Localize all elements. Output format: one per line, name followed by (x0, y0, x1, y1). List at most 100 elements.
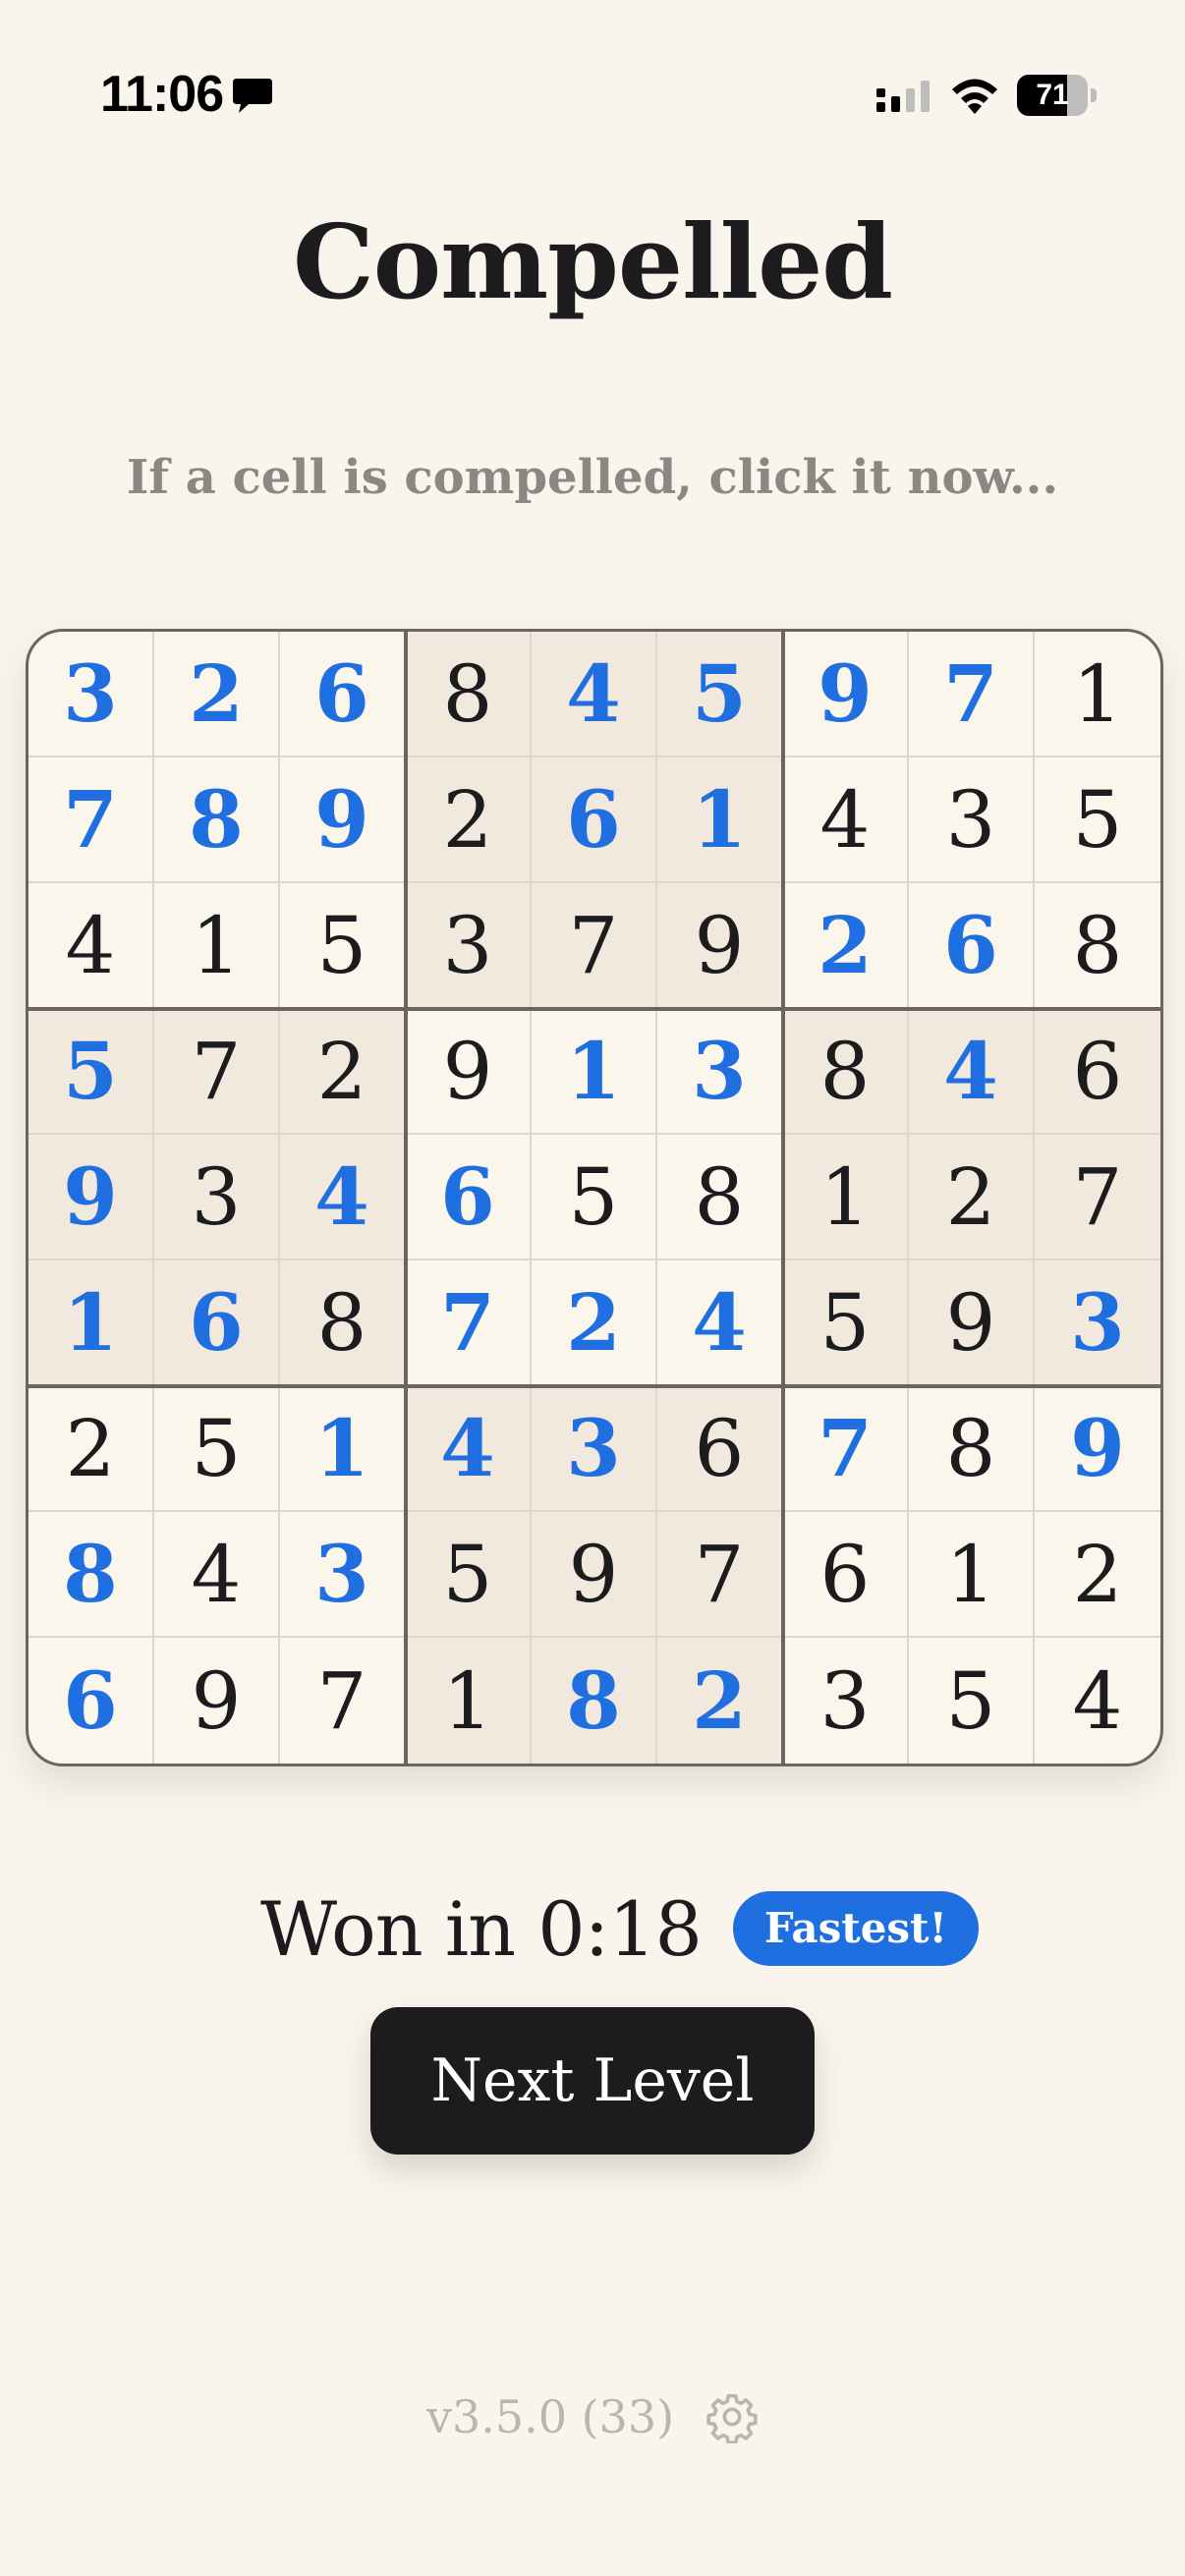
battery-level: 71 (1036, 79, 1069, 111)
sudoku-cell-r6-c3[interactable]: 8 (280, 1260, 406, 1386)
battery-body: 71 (1017, 75, 1088, 116)
sudoku-cell-r1-c8[interactable]: 7 (909, 632, 1035, 757)
sudoku-cell-r1-c7[interactable]: 9 (783, 632, 909, 757)
box-divider-vertical (404, 632, 408, 1764)
sudoku-cell-r4-c2[interactable]: 7 (154, 1009, 280, 1135)
sudoku-cell-r3-c2[interactable]: 1 (154, 883, 280, 1009)
sudoku-cell-r4-c9[interactable]: 6 (1035, 1009, 1160, 1135)
message-icon (233, 79, 272, 113)
sudoku-cell-r3-c3[interactable]: 5 (280, 883, 406, 1009)
sudoku-cell-r8-c4[interactable]: 5 (406, 1512, 532, 1638)
sudoku-cell-r9-c9[interactable]: 4 (1035, 1638, 1160, 1764)
sudoku-cell-r2-c6[interactable]: 1 (657, 757, 783, 883)
sudoku-cell-r9-c4[interactable]: 1 (406, 1638, 532, 1764)
sudoku-cell-r7-c8[interactable]: 8 (909, 1386, 1035, 1512)
box-divider-horizontal (28, 1007, 1160, 1011)
sudoku-cell-r6-c1[interactable]: 1 (28, 1260, 154, 1386)
sudoku-cell-r3-c1[interactable]: 4 (28, 883, 154, 1009)
sudoku-cell-r6-c8[interactable]: 9 (909, 1260, 1035, 1386)
sudoku-cell-r1-c4[interactable]: 8 (406, 632, 532, 757)
sudoku-cell-r4-c5[interactable]: 1 (532, 1009, 657, 1135)
sudoku-cell-r2-c8[interactable]: 3 (909, 757, 1035, 883)
sudoku-cell-r4-c3[interactable]: 2 (280, 1009, 406, 1135)
sudoku-cell-r7-c7[interactable]: 7 (783, 1386, 909, 1512)
sudoku-cell-r4-c8[interactable]: 4 (909, 1009, 1035, 1135)
sudoku-cell-r2-c9[interactable]: 5 (1035, 757, 1160, 883)
sudoku-cell-r2-c2[interactable]: 8 (154, 757, 280, 883)
sudoku-cell-r5-c5[interactable]: 5 (532, 1135, 657, 1260)
sudoku-cell-r4-c4[interactable]: 9 (406, 1009, 532, 1135)
sudoku-cell-r4-c7[interactable]: 8 (783, 1009, 909, 1135)
sudoku-cell-r5-c7[interactable]: 1 (783, 1135, 909, 1260)
sudoku-cell-r2-c7[interactable]: 4 (783, 757, 909, 883)
sudoku-cell-r6-c5[interactable]: 2 (532, 1260, 657, 1386)
fastest-badge: Fastest! (732, 1891, 979, 1966)
sudoku-cell-r2-c4[interactable]: 2 (406, 757, 532, 883)
sudoku-cell-r7-c6[interactable]: 6 (657, 1386, 783, 1512)
sudoku-cell-r6-c7[interactable]: 5 (783, 1260, 909, 1386)
sudoku-cell-r9-c8[interactable]: 5 (909, 1638, 1035, 1764)
result-row: Won in 0:18 Fastest! (260, 1884, 979, 1973)
sudoku-cell-r9-c1[interactable]: 6 (28, 1638, 154, 1764)
sudoku-cell-r7-c3[interactable]: 1 (280, 1386, 406, 1512)
instruction-text: If a cell is compelled, click it now... (126, 450, 1059, 505)
sudoku-cell-r7-c4[interactable]: 4 (406, 1386, 532, 1512)
next-level-button[interactable]: Next Level (370, 2007, 815, 2155)
sudoku-cell-r4-c1[interactable]: 5 (28, 1009, 154, 1135)
wifi-icon (952, 79, 997, 114)
sudoku-cell-r5-c2[interactable]: 3 (154, 1135, 280, 1260)
battery-tip (1091, 88, 1097, 102)
sudoku-cell-r8-c2[interactable]: 4 (154, 1512, 280, 1638)
sudoku-cell-r6-c9[interactable]: 3 (1035, 1260, 1160, 1386)
sudoku-cell-r2-c1[interactable]: 7 (28, 757, 154, 883)
sudoku-cell-r9-c3[interactable]: 7 (280, 1638, 406, 1764)
sudoku-cell-r5-c3[interactable]: 4 (280, 1135, 406, 1260)
sudoku-cell-r9-c6[interactable]: 2 (657, 1638, 783, 1764)
sudoku-cell-r7-c2[interactable]: 5 (154, 1386, 280, 1512)
box-divider-horizontal (28, 1384, 1160, 1388)
box-divider-vertical (781, 632, 785, 1764)
sudoku-cell-r2-c3[interactable]: 9 (280, 757, 406, 883)
sudoku-cell-r3-c5[interactable]: 7 (532, 883, 657, 1009)
gear-icon[interactable] (705, 2390, 759, 2443)
sudoku-cell-r3-c9[interactable]: 8 (1035, 883, 1160, 1009)
battery-icon: 71 (1017, 75, 1098, 116)
sudoku-cell-r7-c9[interactable]: 9 (1035, 1386, 1160, 1512)
sudoku-cell-r1-c1[interactable]: 3 (28, 632, 154, 757)
sudoku-cell-r5-c9[interactable]: 7 (1035, 1135, 1160, 1260)
sudoku-cell-r9-c5[interactable]: 8 (532, 1638, 657, 1764)
sudoku-cell-r6-c6[interactable]: 4 (657, 1260, 783, 1386)
version-label: v3.5.0 (33) (425, 2390, 675, 2443)
sudoku-cell-r8-c9[interactable]: 2 (1035, 1512, 1160, 1638)
sudoku-cell-r8-c3[interactable]: 3 (280, 1512, 406, 1638)
sudoku-cell-r3-c8[interactable]: 6 (909, 883, 1035, 1009)
status-time: 11:06 (100, 66, 224, 123)
sudoku-cell-r1-c6[interactable]: 5 (657, 632, 783, 757)
sudoku-cell-r8-c1[interactable]: 8 (28, 1512, 154, 1638)
sudoku-cell-r1-c5[interactable]: 4 (532, 632, 657, 757)
sudoku-cell-r3-c6[interactable]: 9 (657, 883, 783, 1009)
sudoku-cell-r6-c4[interactable]: 7 (406, 1260, 532, 1386)
sudoku-cell-r8-c6[interactable]: 7 (657, 1512, 783, 1638)
sudoku-cell-r5-c6[interactable]: 8 (657, 1135, 783, 1260)
sudoku-cell-r5-c4[interactable]: 6 (406, 1135, 532, 1260)
sudoku-cell-r1-c3[interactable]: 6 (280, 632, 406, 757)
sudoku-cell-r2-c5[interactable]: 6 (532, 757, 657, 883)
sudoku-cell-r5-c8[interactable]: 2 (909, 1135, 1035, 1260)
sudoku-cell-r7-c5[interactable]: 3 (532, 1386, 657, 1512)
sudoku-cell-r1-c2[interactable]: 2 (154, 632, 280, 757)
sudoku-cell-r6-c2[interactable]: 6 (154, 1260, 280, 1386)
sudoku-cell-r8-c5[interactable]: 9 (532, 1512, 657, 1638)
sudoku-cell-r3-c7[interactable]: 2 (783, 883, 909, 1009)
footer: v3.5.0 (33) (0, 2382, 1185, 2451)
sudoku-cell-r8-c8[interactable]: 1 (909, 1512, 1035, 1638)
status-bar: 11:06 71 (0, 0, 1185, 196)
sudoku-cell-r9-c7[interactable]: 3 (783, 1638, 909, 1764)
sudoku-cell-r5-c1[interactable]: 9 (28, 1135, 154, 1260)
sudoku-cell-r7-c1[interactable]: 2 (28, 1386, 154, 1512)
sudoku-cell-r8-c7[interactable]: 6 (783, 1512, 909, 1638)
sudoku-cell-r3-c4[interactable]: 3 (406, 883, 532, 1009)
sudoku-cell-r4-c6[interactable]: 3 (657, 1009, 783, 1135)
sudoku-cell-r9-c2[interactable]: 9 (154, 1638, 280, 1764)
sudoku-cell-r1-c9[interactable]: 1 (1035, 632, 1160, 757)
